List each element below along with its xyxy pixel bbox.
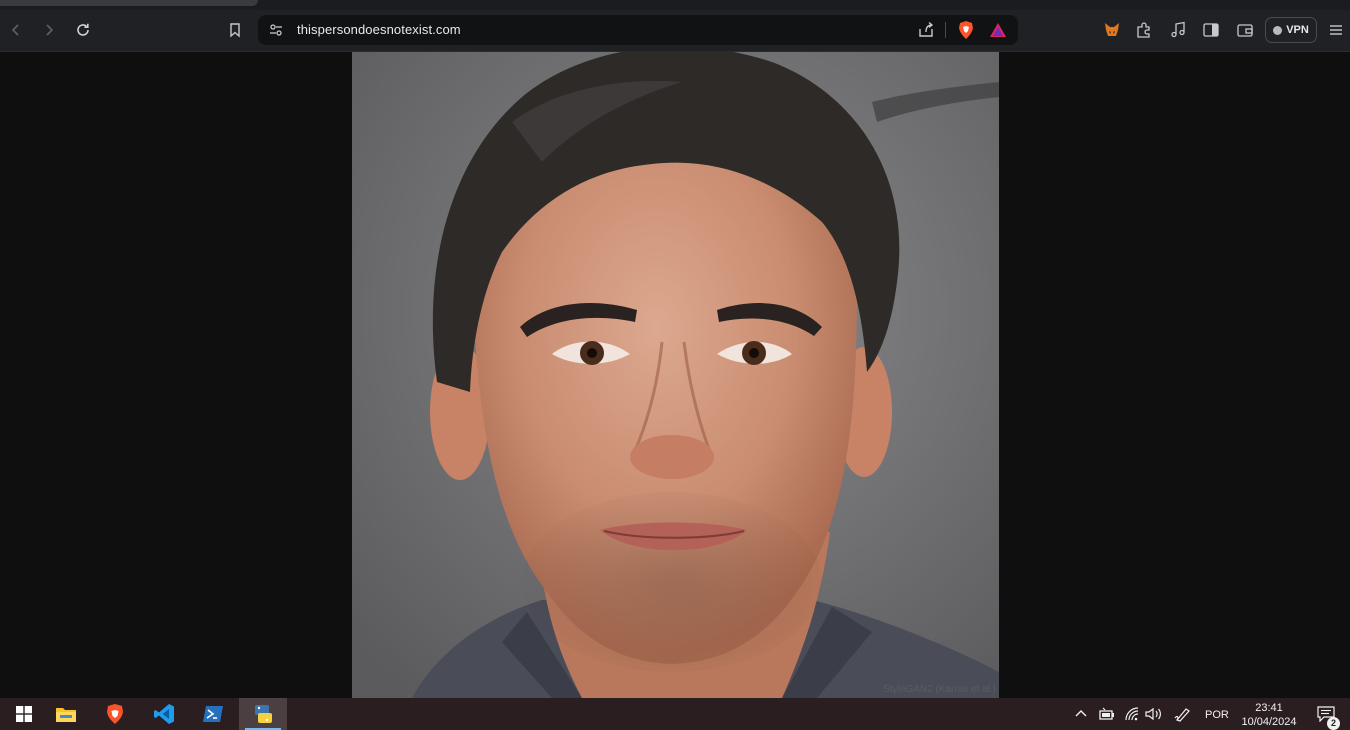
- brave-rewards-icon[interactable]: [989, 22, 1007, 38]
- metamask-extension[interactable]: [1100, 18, 1124, 42]
- start-button[interactable]: [0, 698, 48, 730]
- sidebar-toggle-button[interactable]: [1199, 18, 1223, 42]
- wifi-icon: [1125, 707, 1139, 721]
- extensions-button[interactable]: [1132, 18, 1156, 42]
- battery-icon: [1099, 707, 1114, 720]
- bookmark-icon: [230, 23, 240, 38]
- address-bar-divider: [945, 22, 946, 38]
- site-settings-icon[interactable]: [269, 23, 283, 37]
- brave-shields-icon[interactable]: [957, 20, 975, 40]
- input-language-indicator[interactable]: POR: [1205, 709, 1229, 721]
- address-bar[interactable]: thispersondoesnotexist.com: [258, 15, 1018, 45]
- clock-time: 23:41: [1255, 702, 1283, 714]
- vpn-button[interactable]: VPN: [1265, 17, 1317, 43]
- share-icon[interactable]: [917, 21, 935, 39]
- forward-button[interactable]: [37, 18, 61, 42]
- vpn-status-icon: [1273, 25, 1283, 35]
- network-status[interactable]: [1124, 698, 1140, 730]
- generated-face-image: StyleGAN2 (Karras et al.): [352, 52, 999, 698]
- bookmark-button[interactable]: [223, 18, 247, 42]
- hamburger-menu-icon: [1330, 25, 1342, 35]
- chevron-right-icon: [46, 24, 54, 36]
- wallet-button[interactable]: [1233, 18, 1257, 42]
- pen-menu-button[interactable]: [1174, 698, 1192, 730]
- folder-icon: [56, 708, 76, 722]
- volume-control[interactable]: [1145, 698, 1163, 730]
- taskbar-vscode[interactable]: [140, 698, 188, 730]
- page-content: StyleGAN2 (Karras et al.): [0, 52, 1350, 698]
- notification-count-badge: 2: [1327, 717, 1340, 730]
- clock[interactable]: 23:41 10/04/2024: [1238, 701, 1300, 729]
- taskbar-file-explorer[interactable]: [42, 698, 90, 730]
- brave-lion-icon: [107, 704, 123, 724]
- media-controls-button[interactable]: [1166, 18, 1190, 42]
- windows-logo-icon: [16, 706, 32, 722]
- vscode-icon: [154, 704, 174, 724]
- active-tab[interactable]: [0, 0, 258, 6]
- tab-strip: [0, 0, 1350, 10]
- puzzle-icon: [1137, 22, 1150, 38]
- speaker-icon: [1145, 707, 1161, 721]
- battery-status[interactable]: [1099, 698, 1115, 730]
- taskbar-brave[interactable]: [91, 698, 139, 730]
- taskbar-powershell[interactable]: [189, 698, 237, 730]
- back-button[interactable]: [4, 18, 28, 42]
- music-note-icon: [1171, 21, 1185, 38]
- face-portrait: [352, 52, 999, 698]
- image-credit: StyleGAN2 (Karras et al.): [883, 684, 996, 695]
- url-text[interactable]: thispersondoesnotexist.com: [297, 22, 461, 37]
- pen-icon: [1174, 708, 1190, 722]
- fox-icon: [1105, 23, 1119, 36]
- main-menu-button[interactable]: [1324, 18, 1348, 42]
- chevron-left-icon: [11, 24, 19, 36]
- taskbar-python[interactable]: [239, 698, 287, 730]
- powershell-icon: [203, 706, 223, 722]
- windows-taskbar: POR 23:41 10/04/2024 2: [0, 698, 1350, 730]
- python-icon: [255, 705, 272, 723]
- reload-button[interactable]: [71, 18, 95, 42]
- show-hidden-icons-button[interactable]: [1074, 698, 1088, 730]
- sidebar-icon: [1203, 23, 1219, 37]
- wallet-icon: [1237, 24, 1253, 37]
- vpn-label: VPN: [1286, 24, 1309, 36]
- browser-toolbar: thispersondoesnotexist.com VPN: [0, 10, 1350, 52]
- clock-date: 10/04/2024: [1241, 716, 1297, 728]
- chevron-up-icon: [1075, 710, 1087, 717]
- reload-icon: [77, 23, 89, 36]
